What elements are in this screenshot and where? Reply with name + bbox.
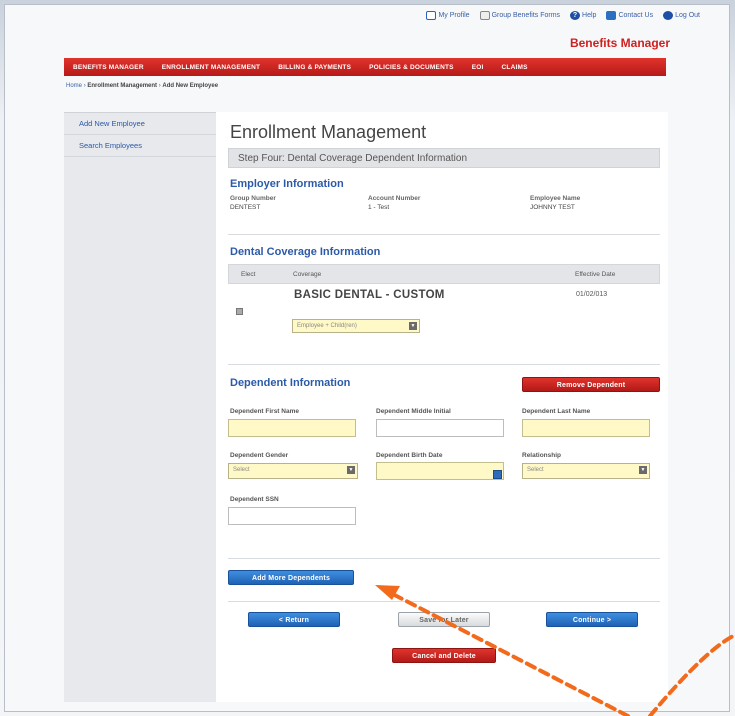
coverage-tier-select[interactable]: Employee + Child(ren) ▼ [292, 319, 420, 333]
coverage-section-title: Dental Coverage Information [230, 246, 381, 258]
coverage-table-header: Elect Coverage Effective Date [228, 264, 660, 284]
col-elect: Elect [241, 271, 256, 278]
group-number-info: Group Number DENTEST [230, 195, 276, 211]
middle-initial-input[interactable] [376, 419, 504, 437]
last-name-input[interactable] [522, 419, 650, 437]
remove-dependent-button[interactable]: Remove Dependent [522, 377, 660, 392]
cancel-and-delete-button[interactable]: Cancel and Delete [392, 648, 496, 663]
employer-section-title: Employer Information [230, 178, 344, 190]
breadcrumb-current: Add New Employee [162, 83, 219, 89]
first-name-input[interactable] [228, 419, 356, 437]
logout-icon [663, 10, 674, 20]
my-profile-link[interactable]: My Profile [426, 8, 470, 22]
breadcrumb: Home › Enrollment Management › Add New E… [66, 83, 219, 89]
main-content: Enrollment Management Step Four: Dental … [216, 112, 668, 702]
help-link[interactable]: ? Help [570, 8, 596, 22]
chevron-down-icon: ▼ [347, 466, 355, 474]
log-out-link[interactable]: Log Out [663, 8, 700, 22]
nav-policies-documents[interactable]: POLICIES & DOCUMENTS [360, 64, 463, 71]
chevron-down-icon: ▼ [409, 322, 417, 330]
gender-label: Dependent Gender [230, 452, 289, 459]
first-name-label: Dependent First Name [230, 408, 299, 415]
group-benefits-forms-link[interactable]: Group Benefits Forms [479, 8, 560, 22]
brand-title: Benefits Manager [569, 36, 670, 50]
divider [228, 364, 660, 365]
nav-benefits-manager[interactable]: BENEFITS MANAGER [64, 64, 153, 71]
sidebar: Add New Employee Search Employees [64, 112, 216, 702]
nav-claims[interactable]: CLAIMS [493, 64, 537, 71]
calendar-icon[interactable] [493, 470, 502, 479]
contact-us-link[interactable]: Contact Us [606, 8, 653, 22]
divider [228, 601, 660, 602]
last-name-label: Dependent Last Name [522, 408, 591, 415]
coverage-table: Elect Coverage Effective Date [228, 264, 660, 284]
account-number-info: Account Number 1 - Test [368, 195, 421, 211]
birth-date-input[interactable] [376, 462, 504, 480]
relationship-label: Relationship [522, 452, 562, 459]
contact-icon [606, 10, 617, 20]
nav-eoi[interactable]: EOI [463, 64, 493, 71]
ssn-label: Dependent SSN [230, 496, 279, 503]
nav-billing-payments[interactable]: BILLING & PAYMENTS [269, 64, 360, 71]
col-coverage: Coverage [293, 271, 322, 278]
divider [228, 558, 660, 559]
gender-select[interactable]: Select ▼ [228, 463, 358, 479]
elect-checkbox[interactable] [236, 308, 243, 315]
ssn-input[interactable] [228, 507, 356, 525]
breadcrumb-enrollment[interactable]: Enrollment Management [87, 83, 157, 89]
main-navbar: BENEFITS MANAGER ENROLLMENT MANAGEMENT B… [64, 58, 666, 76]
step-indicator: Step Four: Dental Coverage Dependent Inf… [228, 148, 660, 168]
sidebar-item-add-new-employee[interactable]: Add New Employee [64, 113, 216, 135]
birth-date-label: Dependent Birth Date [376, 452, 443, 459]
return-button[interactable]: < Return [248, 612, 340, 627]
chevron-down-icon: ▼ [639, 466, 647, 474]
profile-icon [426, 10, 437, 20]
save-for-later-button[interactable]: Save for Later [398, 612, 490, 627]
top-utility-links: My Profile Group Benefits Forms ? Help C… [0, 8, 700, 22]
dependent-section-title: Dependent Information [230, 377, 351, 389]
forms-icon [479, 10, 490, 20]
employee-name-info: Employee Name JOHNNY TEST [530, 195, 581, 211]
add-more-dependents-button[interactable]: Add More Dependents [228, 570, 354, 585]
col-effective-date: Effective Date [575, 271, 616, 278]
middle-initial-label: Dependent Middle Initial [376, 408, 451, 415]
sidebar-item-search-employees[interactable]: Search Employees [64, 135, 216, 157]
continue-button[interactable]: Continue > [546, 612, 638, 627]
page-title: Enrollment Management [230, 122, 427, 142]
effective-date-value: 01/02/013 [576, 291, 608, 298]
plan-name: BASIC DENTAL - CUSTOM [294, 289, 445, 301]
help-icon: ? [570, 10, 581, 20]
nav-enrollment-management[interactable]: ENROLLMENT MANAGEMENT [153, 64, 269, 71]
relationship-select[interactable]: Select ▼ [522, 463, 650, 479]
breadcrumb-home[interactable]: Home [66, 83, 82, 89]
divider [228, 234, 660, 235]
